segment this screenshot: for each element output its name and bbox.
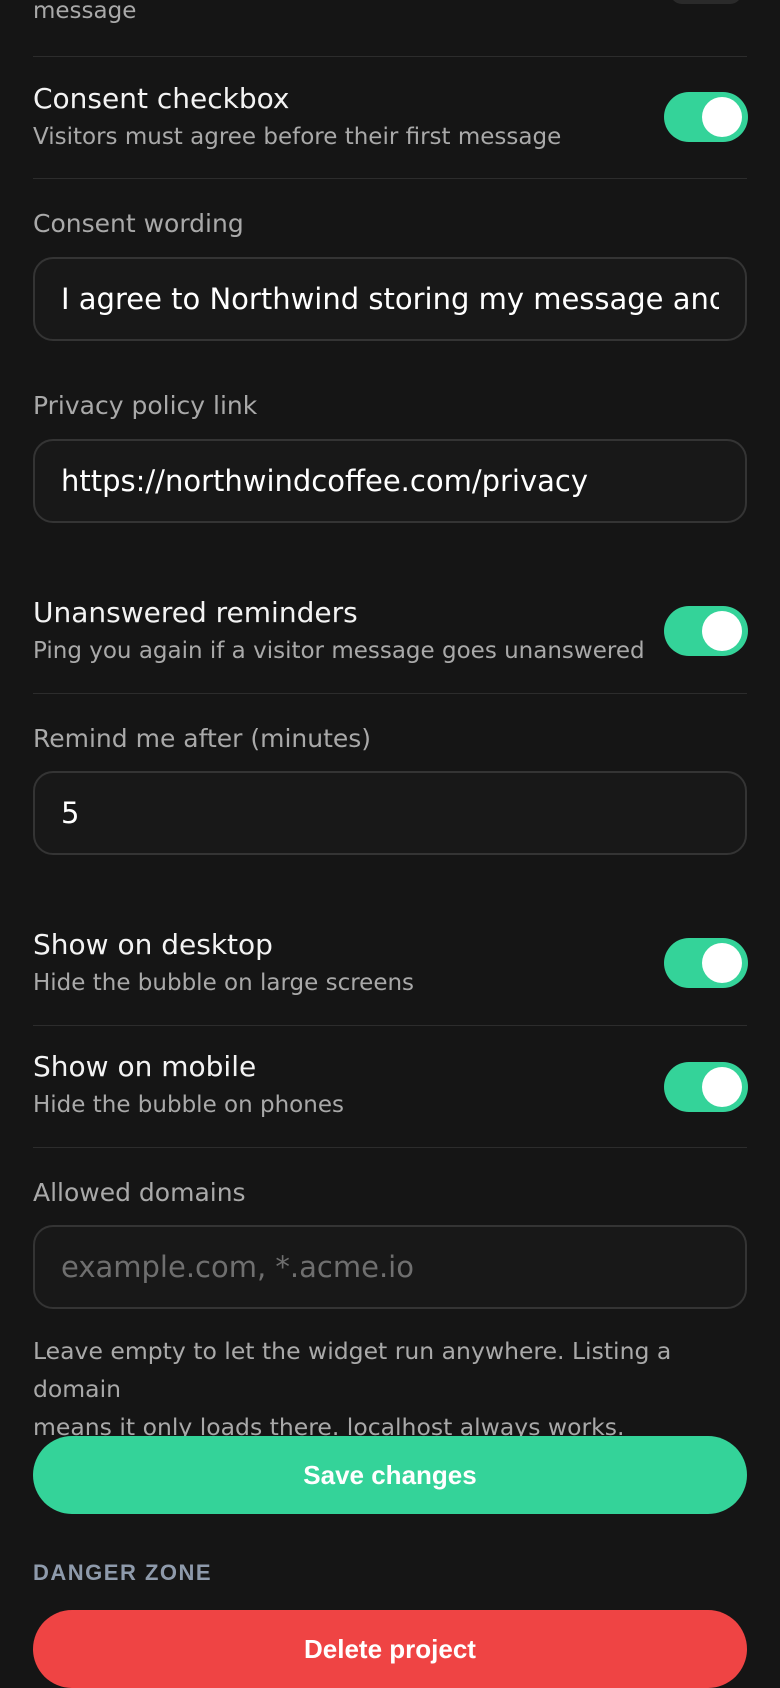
show-on-mobile-title: Show on mobile [33,1050,257,1083]
remind-after-label: Remind me after (minutes) [33,724,372,753]
save-changes-button[interactable]: Save changes [33,1436,747,1514]
previous-setting-description: message [33,0,137,24]
danger-zone-heading: DANGER ZONE [33,1560,213,1585]
allowed-domains-help-line-1: Leave empty to let the widget run anywhe… [33,1337,672,1403]
allowed-domains-input[interactable]: example.com, *.acme.io [33,1225,747,1309]
toggle-knob [702,97,742,137]
show-on-mobile-toggle[interactable] [664,1062,748,1112]
unanswered-reminders-toggle[interactable] [664,606,748,656]
show-on-desktop-description: Hide the bubble on large screens [33,970,415,996]
allowed-domains-help: Leave empty to let the widget run anywhe… [33,1332,747,1446]
consent-checkbox-title: Consent checkbox [33,82,290,115]
divider [33,693,747,694]
allowed-domains-label: Allowed domains [33,1178,246,1207]
toggle-knob [702,943,742,983]
privacy-policy-value: https://northwindcoffee.com/privacy [61,464,589,498]
show-on-mobile-description: Hide the bubble on phones [33,1092,344,1118]
delete-project-button[interactable]: Delete project [33,1610,747,1688]
unanswered-reminders-title: Unanswered reminders [33,596,358,629]
toggle-knob [702,611,742,651]
unanswered-reminders-description: Ping you again if a visitor message goes… [33,638,645,664]
consent-checkbox-toggle[interactable] [664,92,748,142]
consent-wording-input[interactable]: I agree to Northwind storing my message … [33,257,747,341]
divider [33,56,747,57]
remind-after-input[interactable]: 5 [33,771,747,855]
consent-wording-label: Consent wording [33,209,244,238]
previous-setting-toggle[interactable] [670,0,742,4]
remind-after-value: 5 [61,796,80,830]
consent-wording-value: I agree to Northwind storing my message … [61,282,719,316]
consent-checkbox-description: Visitors must agree before their first m… [33,124,562,150]
divider [33,1025,747,1026]
allowed-domains-placeholder: example.com, *.acme.io [61,1250,414,1284]
divider [33,1147,747,1148]
privacy-policy-label: Privacy policy link [33,391,258,420]
toggle-knob [702,1067,742,1107]
divider [33,178,747,179]
show-on-desktop-toggle[interactable] [664,938,748,988]
show-on-desktop-title: Show on desktop [33,928,273,961]
privacy-policy-input[interactable]: https://northwindcoffee.com/privacy [33,439,747,523]
